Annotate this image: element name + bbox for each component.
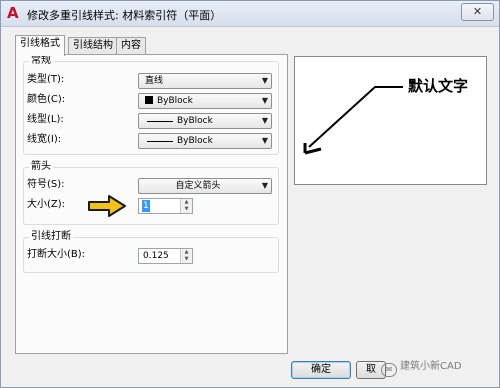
linetype-label: 线型(L): [27,114,64,125]
tab-leader-format[interactable]: 引线格式 [15,35,65,56]
title-bar: A 修改多重引线样式: 材料索引符（平面） ✕ [1,1,499,27]
leader-break-group: 引线打断 打断大小(B): 0.125 ▲ ▼ [23,231,279,273]
window-title: 修改多重引线样式: 材料索引符（平面） [27,9,222,22]
dialog-window: A 修改多重引线样式: 材料索引符（平面） ✕ 引线格式 引线结构 内容 常规 … [0,0,500,388]
general-group: 常规 类型(T): 直线 ▼ 颜色(C): ByBlock ▼ 线型(L): B… [23,55,279,155]
color-dropdown[interactable]: ByBlock ▼ [138,93,272,109]
tab-content[interactable]: 内容 [116,37,146,55]
linetype-dropdown[interactable]: ByBlock ▼ [138,113,272,129]
type-dropdown[interactable]: 直线 ▼ [138,73,272,89]
watermark: ✉ 建筑小新CAD [381,357,462,377]
lineweight-label: 线宽(I): [27,134,62,145]
arrow-symbol-dropdown-value: 自定义箭头 [175,181,221,191]
type-label: 类型(T): [27,74,65,85]
tab-panel-leader-format: 常规 类型(T): 直线 ▼ 颜色(C): ByBlock ▼ 线型(L): B… [15,54,288,354]
leader-preview-pane: 默认文字 [294,56,487,185]
yellow-arrow-indicator-icon [88,195,126,217]
chevron-down-icon: ▼ [261,181,268,190]
spin-up-icon[interactable]: ▲ [181,199,192,206]
ok-button[interactable]: 确定 [291,361,351,379]
general-group-title: 常规 [29,55,53,67]
color-dropdown-value: ByBlock [145,95,257,107]
line-sample-icon [147,141,173,142]
size-label: 大小(Z): [27,199,66,210]
spin-buttons: ▲ ▼ [180,199,192,213]
symbol-label: 符号(S): [27,179,65,190]
spin-buttons: ▲ ▼ [180,249,192,263]
wechat-logo-icon: ✉ [381,363,397,377]
chevron-down-icon: ▼ [261,116,268,125]
spin-up-icon[interactable]: ▲ [181,249,192,256]
tab-leader-structure[interactable]: 引线结构 [68,37,118,55]
break-size-label: 打断大小(B): [27,249,86,260]
leader-line [308,86,403,148]
autocad-logo-icon: A [7,4,19,22]
arrow-size-spinner[interactable]: 1 ▲ ▼ [138,198,193,214]
watermark-text: 建筑小新CAD [400,361,462,372]
leader-break-group-title: 引线打断 [29,231,73,243]
color-value-text: ByBlock [157,96,193,106]
arrowhead-group: 箭头 符号(S): 自定义箭头 ▼ 大小(Z): 1 ▲ ▼ [23,161,279,225]
line-sample-icon [147,121,173,122]
lineweight-dropdown-value: ByBlock [177,136,213,146]
close-icon: ✕ [472,5,483,18]
lineweight-dropdown[interactable]: ByBlock ▼ [138,133,272,149]
break-size-spinner[interactable]: 0.125 ▲ ▼ [138,248,193,264]
arrow-size-value: 1 [142,200,150,212]
spin-down-icon[interactable]: ▼ [181,206,192,213]
chevron-down-icon: ▼ [261,76,268,85]
type-dropdown-value: 直线 [145,76,164,86]
close-button[interactable]: ✕ [461,3,494,21]
spin-down-icon[interactable]: ▼ [181,256,192,263]
break-size-value: 0.125 [143,251,169,261]
arrow-symbol-dropdown[interactable]: 自定义箭头 ▼ [138,178,272,194]
color-swatch-icon [145,96,153,104]
arrowhead-group-title: 箭头 [29,161,53,173]
linetype-dropdown-value: ByBlock [177,116,213,126]
chevron-down-icon: ▼ [261,136,268,145]
preview-default-text: 默认文字 [408,77,469,95]
color-label: 颜色(C): [27,94,66,105]
chevron-down-icon: ▼ [261,96,268,105]
